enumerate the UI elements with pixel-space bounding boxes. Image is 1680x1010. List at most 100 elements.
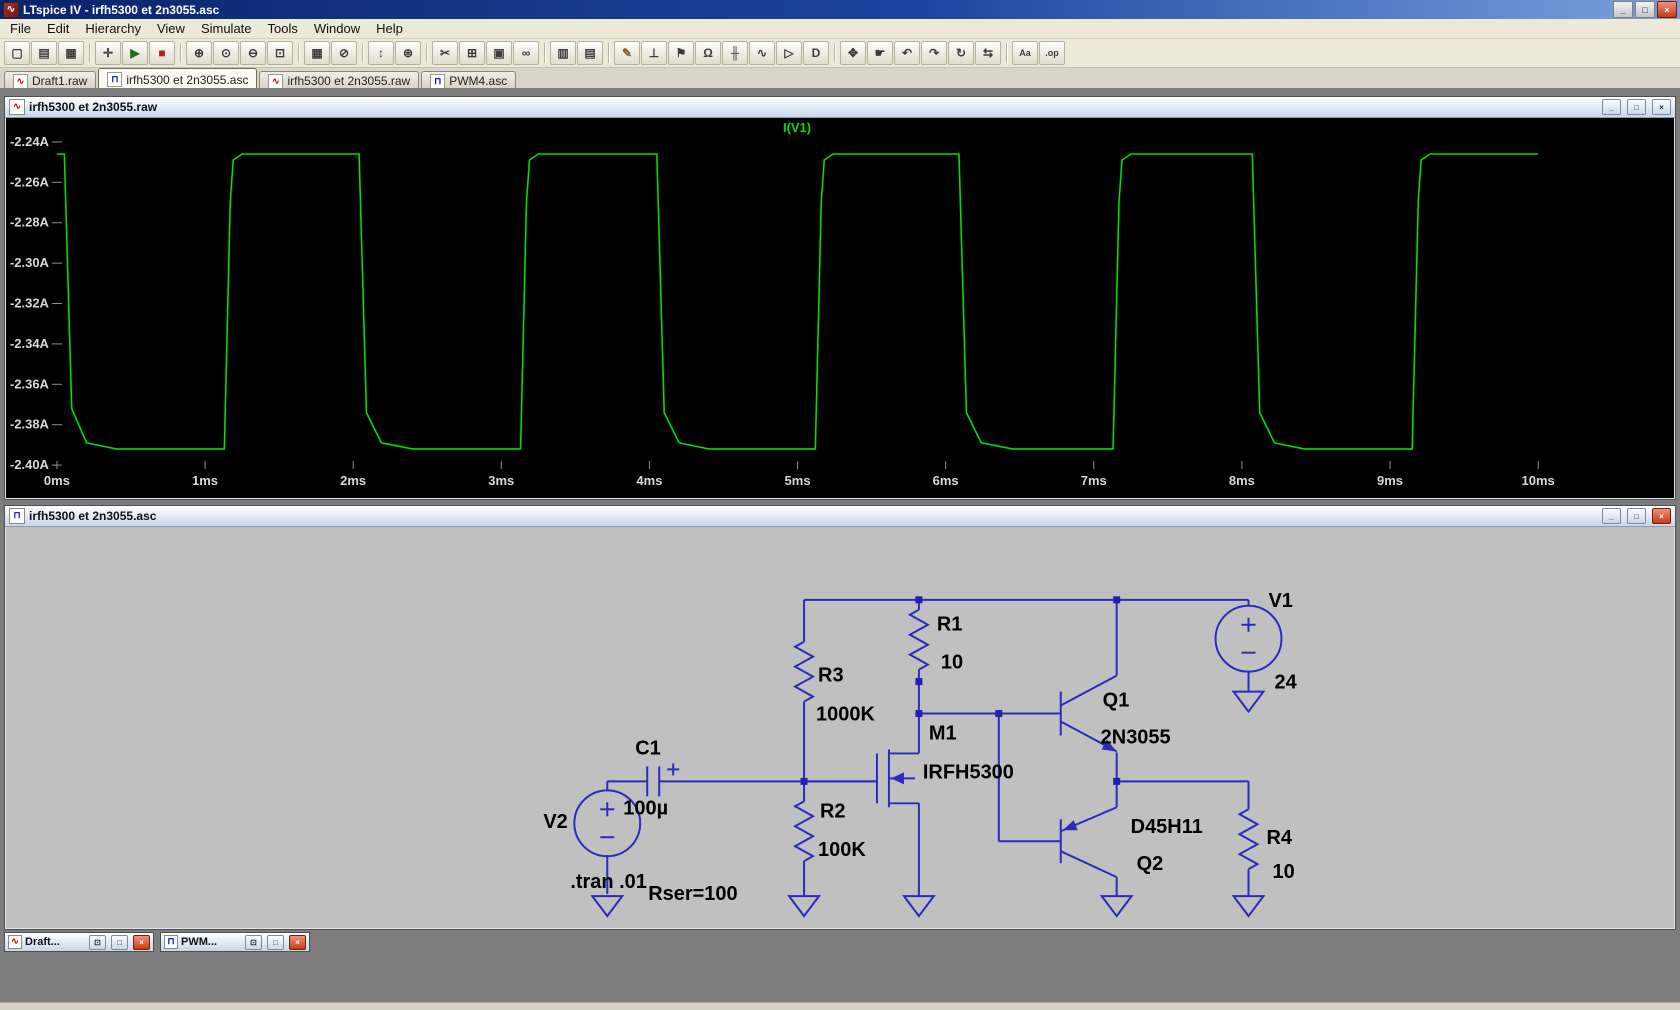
- schematic-canvas[interactable]: R1 10 R3 1000K R2 100K C1 100µ V2 M1 IRF…: [6, 527, 1674, 928]
- label-Q2-name[interactable]: Q2: [1137, 853, 1164, 875]
- label-R1-value[interactable]: 10: [941, 652, 963, 674]
- waveform-minimize-button[interactable]: _: [1602, 99, 1621, 115]
- restore-button[interactable]: ⊡: [89, 934, 106, 950]
- menu-tools[interactable]: Tools: [260, 20, 306, 37]
- find-button[interactable]: ∞: [513, 41, 539, 65]
- open-file-button[interactable]: ▤: [31, 41, 57, 65]
- paste-button[interactable]: ▣: [486, 41, 512, 65]
- mark-unconnected-nodes-button[interactable]: ⊘: [331, 41, 357, 65]
- mirror-button[interactable]: ⇆: [975, 41, 1001, 65]
- autorange-y-axis-button[interactable]: ↕: [368, 41, 394, 65]
- maximize-button[interactable]: □: [111, 934, 128, 950]
- move-button[interactable]: ✥: [840, 41, 866, 65]
- label-V1-value[interactable]: 24: [1274, 672, 1296, 694]
- label-R2-name[interactable]: R2: [820, 800, 846, 822]
- mosfet-M1[interactable]: [804, 749, 919, 808]
- redo-button[interactable]: ↷: [921, 41, 947, 65]
- tab-irfh5300-et-2n3055-asc[interactable]: ⊓ irfh5300 et 2n3055.asc: [98, 68, 258, 90]
- minimized-window-draft-[interactable]: ∿ Draft... ⊡ □ ×: [4, 932, 154, 952]
- menu-hierarchy[interactable]: Hierarchy: [77, 20, 149, 37]
- resistor-R4[interactable]: [1237, 808, 1260, 871]
- label-rser[interactable]: Rser=100: [648, 883, 737, 905]
- menu-edit[interactable]: Edit: [39, 20, 77, 37]
- zoom-full-extents-button[interactable]: ⊡: [267, 41, 293, 65]
- label-M1-name[interactable]: M1: [929, 722, 957, 744]
- menu-help[interactable]: Help: [368, 20, 411, 37]
- show-grid-button[interactable]: ▦: [304, 41, 330, 65]
- label-Q1-name[interactable]: Q1: [1103, 690, 1130, 712]
- schematic-drawing[interactable]: R1 10 R3 1000K R2 100K C1 100µ V2 M1 IRF…: [6, 527, 1674, 928]
- ground-symbol[interactable]: [1099, 895, 1134, 918]
- ground-symbol[interactable]: [590, 895, 625, 918]
- ground-symbol[interactable]: [901, 895, 936, 918]
- place-ground-button[interactable]: ⊥: [641, 41, 667, 65]
- label-R1-name[interactable]: R1: [937, 614, 963, 636]
- minimized-window-pwm-[interactable]: ⊓ PWM... ⊡ □ ×: [160, 932, 310, 952]
- trace-label[interactable]: I(V1): [783, 120, 811, 135]
- menu-file[interactable]: File: [2, 20, 39, 37]
- spice-directive-button[interactable]: .op: [1039, 41, 1065, 65]
- x-axis[interactable]: 0ms 1ms 2ms 3ms 4ms 5ms 6ms 7ms 8ms 9ms 10ms: [44, 461, 1555, 488]
- plot-settings-button[interactable]: ⊛: [395, 41, 421, 65]
- label-net-button[interactable]: ⚑: [668, 41, 694, 65]
- minimize-button[interactable]: _: [1613, 1, 1633, 18]
- print-preview-button[interactable]: ▥: [550, 41, 576, 65]
- capacitor-C1[interactable]: [646, 763, 680, 797]
- waveform-plot-area[interactable]: -2.24A -2.26A -2.28A -2.30A -2.32A -2.34A -2.3…: [6, 118, 1674, 498]
- resistor-R3[interactable]: [792, 640, 816, 703]
- place-diode-button[interactable]: ▷: [776, 41, 802, 65]
- label-R4-value[interactable]: 10: [1272, 861, 1294, 883]
- label-V1-name[interactable]: V1: [1268, 590, 1292, 612]
- menu-view[interactable]: View: [149, 20, 193, 37]
- drag-button[interactable]: ☛: [867, 41, 893, 65]
- maximize-button[interactable]: □: [267, 934, 284, 950]
- y-axis[interactable]: -2.24A -2.26A -2.28A -2.30A -2.32A -2.34A -2.3…: [10, 134, 62, 472]
- copy-button[interactable]: ⊞: [459, 41, 485, 65]
- halt-simulation-button[interactable]: ■: [149, 41, 175, 65]
- label-R3-name[interactable]: R3: [818, 665, 844, 687]
- place-resistor-button[interactable]: Ω: [695, 41, 721, 65]
- label-Q1-value[interactable]: 2N3055: [1101, 726, 1171, 748]
- new-schematic-button[interactable]: ▢: [4, 41, 30, 65]
- waveform-chart[interactable]: -2.24A -2.26A -2.28A -2.30A -2.32A -2.34A -2.3…: [6, 118, 1674, 498]
- cut-button[interactable]: ✂: [432, 41, 458, 65]
- run-simulation-button[interactable]: ▶: [122, 41, 148, 65]
- menu-simulate[interactable]: Simulate: [193, 20, 260, 37]
- print-button[interactable]: ▤: [577, 41, 603, 65]
- close-button[interactable]: ×: [1657, 1, 1677, 18]
- draw-wire-button[interactable]: ✎: [614, 41, 640, 65]
- label-Q2-value[interactable]: D45H11: [1131, 816, 1203, 838]
- label-R2-value[interactable]: 100K: [818, 839, 866, 861]
- schematic-close-button[interactable]: ×: [1652, 508, 1671, 524]
- label-R3-value[interactable]: 1000K: [816, 704, 875, 726]
- control-panel-button[interactable]: ✛: [95, 41, 121, 65]
- ground-symbol[interactable]: [787, 895, 822, 918]
- label-C1-value[interactable]: 100µ: [623, 797, 668, 819]
- zoom-in-button[interactable]: ⊕: [186, 41, 212, 65]
- transistor-Q2[interactable]: [1059, 806, 1118, 879]
- label-M1-value[interactable]: IRFH5300: [923, 761, 1014, 783]
- place-capacitor-button[interactable]: ╫: [722, 41, 748, 65]
- schematic-minimize-button[interactable]: _: [1602, 508, 1621, 524]
- ground-symbol[interactable]: [1231, 895, 1266, 918]
- restore-button[interactable]: ⊡: [245, 934, 262, 950]
- label-C1-name[interactable]: C1: [635, 737, 661, 759]
- voltage-source-V1[interactable]: [1214, 604, 1283, 673]
- maximize-button[interactable]: □: [1635, 1, 1655, 18]
- save-button[interactable]: ▦: [58, 41, 84, 65]
- close-button[interactable]: ×: [133, 934, 150, 950]
- place-inductor-button[interactable]: ∿: [749, 41, 775, 65]
- waveform-close-button[interactable]: ×: [1652, 99, 1671, 115]
- menu-window[interactable]: Window: [306, 20, 368, 37]
- resistor-R2[interactable]: [792, 800, 816, 863]
- add-text-button[interactable]: Aa: [1012, 41, 1038, 65]
- ground-symbol[interactable]: [1231, 690, 1266, 714]
- label-V2-name[interactable]: V2: [543, 811, 567, 833]
- schematic-maximize-button[interactable]: □: [1627, 508, 1646, 524]
- zoom-back-button[interactable]: ⊙: [213, 41, 239, 65]
- label-tran-directive[interactable]: .tran .01: [570, 871, 647, 893]
- place-component-button[interactable]: D: [803, 41, 829, 65]
- resistor-R1[interactable]: [907, 608, 930, 671]
- label-R4-name[interactable]: R4: [1266, 827, 1292, 849]
- close-button[interactable]: ×: [289, 934, 306, 950]
